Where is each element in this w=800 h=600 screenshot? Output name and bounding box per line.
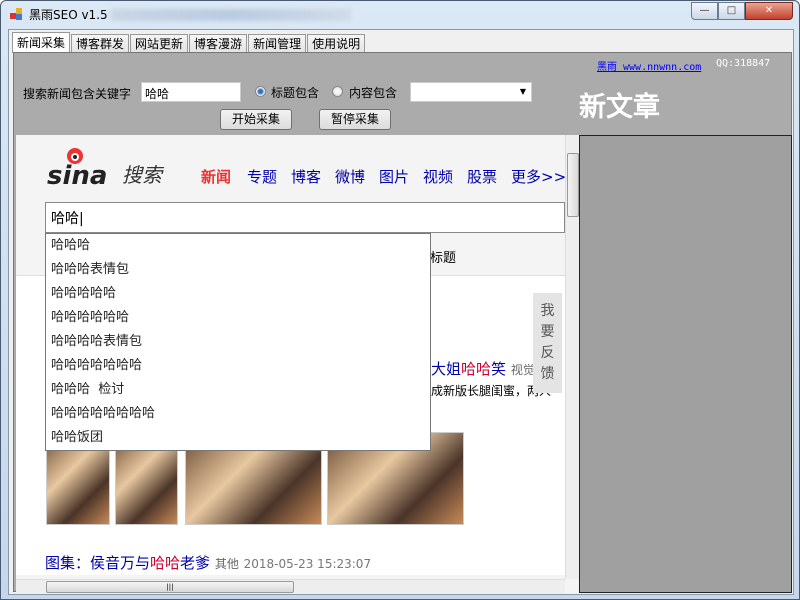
suggestion-item[interactable]: 哈哈哈表情包: [46, 258, 430, 282]
svg-text:sina: sina: [47, 161, 107, 190]
nav-video[interactable]: 视频: [423, 166, 453, 187]
sina-search-input[interactable]: 哈哈|: [45, 202, 565, 233]
start-collect-button[interactable]: 开始采集: [220, 109, 292, 130]
nav-stocks[interactable]: 股票: [467, 166, 497, 187]
sina-logo: sina 搜索: [47, 144, 177, 193]
suggestion-item[interactable]: 哈哈哈 检讨: [46, 378, 430, 402]
keyword-input[interactable]: 哈哈: [141, 82, 241, 102]
close-button[interactable]: ✕: [745, 2, 793, 20]
suggestion-item[interactable]: 哈哈饭团: [46, 426, 430, 450]
tab-blog-roam[interactable]: 博客漫游: [189, 34, 248, 53]
keyword-label: 搜索新闻包含关键字: [23, 87, 132, 101]
result-title[interactable]: 大姐哈哈笑 视觉: [431, 358, 535, 379]
suggestion-item[interactable]: 哈哈哈哈哈哈: [46, 306, 430, 330]
tab-blog-post[interactable]: 博客群发: [71, 34, 130, 53]
client-area: 新闻采集 博客群发 网站更新 博客漫游 新闻管理 使用说明 搜索新闻包含关键字 …: [8, 29, 794, 595]
nav-images[interactable]: 图片: [379, 166, 409, 187]
suggestion-item[interactable]: 哈哈哈: [46, 234, 430, 258]
feedback-button[interactable]: 我要反馈: [533, 293, 562, 393]
result-title-2[interactable]: 图集：侯音万与哈哈老爹 其他 2018-05-23 15:23:07: [45, 552, 371, 573]
website-link[interactable]: 黑雨 www.nnwnn.com: [597, 58, 701, 73]
suggestion-item[interactable]: 哈哈哈哈哈哈哈哈: [46, 402, 430, 426]
web-browser[interactable]: sina 搜索 新闻 专题 博客 微博 图片 视频 股票 更多>> 哈哈| 标题 …: [16, 135, 579, 593]
horizontal-scrollbar[interactable]: |||: [16, 579, 565, 593]
article-preview-pane: [579, 135, 792, 593]
radio-content[interactable]: [332, 86, 343, 97]
tab-help[interactable]: 使用说明: [307, 34, 366, 53]
scroll-thumb[interactable]: |||: [46, 581, 294, 593]
app-window: 黑雨SEO v1.5 — □ ✕ 新闻采集 博客群发 网站更新 博客漫游 新闻管…: [0, 0, 800, 600]
nav-weibo[interactable]: 微博: [335, 166, 365, 187]
search-suggestions: 哈哈哈 哈哈哈表情包 哈哈哈哈哈 哈哈哈哈哈哈 哈哈哈哈表情包 哈哈哈哈哈哈哈 …: [45, 233, 431, 451]
qq-label: QQ:318847: [716, 58, 771, 69]
maximize-button[interactable]: □: [718, 2, 745, 20]
vertical-scrollbar[interactable]: [565, 135, 579, 579]
nav-more[interactable]: 更多>>: [511, 166, 566, 187]
suggestion-item[interactable]: 哈哈哈哈表情包: [46, 330, 430, 354]
radio-title[interactable]: [255, 86, 266, 97]
window-title: 黑雨SEO v1.5: [29, 8, 108, 22]
nav-news[interactable]: 新闻: [201, 166, 231, 187]
filter-title-label[interactable]: 标题: [430, 247, 456, 266]
svg-text:搜索: 搜索: [122, 163, 165, 187]
tab-news-manage[interactable]: 新闻管理: [248, 34, 307, 53]
app-icon: [10, 8, 23, 20]
pause-collect-button[interactable]: 暂停采集: [319, 109, 391, 130]
minimize-button[interactable]: —: [691, 2, 718, 20]
tab-strip: 新闻采集 博客群发 网站更新 博客漫游 新闻管理 使用说明: [12, 32, 366, 53]
radio-title-label[interactable]: 标题包含: [271, 84, 319, 101]
category-select[interactable]: ▼: [410, 82, 532, 102]
dropdown-arrow-icon: ▼: [519, 87, 526, 96]
title-bar: 黑雨SEO v1.5 — □ ✕: [1, 1, 799, 27]
radio-content-label[interactable]: 内容包含: [349, 84, 397, 101]
blurred-title-area: [111, 9, 351, 21]
suggestion-item[interactable]: 哈哈哈哈哈: [46, 282, 430, 306]
tab-site-update[interactable]: 网站更新: [130, 34, 189, 53]
news-collect-panel: 搜索新闻包含关键字 哈哈 标题包含 内容包含 ▼ 开始采集 暂停采集 黑雨 ww…: [13, 52, 792, 593]
new-article-heading: 新文章: [579, 92, 660, 123]
nav-topics[interactable]: 专题: [247, 166, 277, 187]
scroll-thumb[interactable]: [567, 153, 579, 217]
tab-news-collect[interactable]: 新闻采集: [12, 32, 71, 53]
nav-blog[interactable]: 博客: [291, 166, 321, 187]
suggestion-item[interactable]: 哈哈哈哈哈哈哈: [46, 354, 430, 378]
